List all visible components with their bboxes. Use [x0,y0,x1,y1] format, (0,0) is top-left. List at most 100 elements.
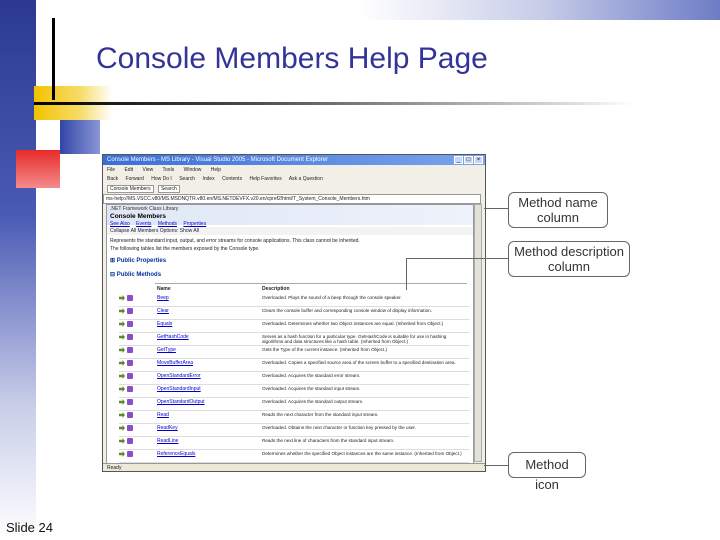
method-icon [127,347,133,353]
slide-top-gradient [360,0,720,20]
method-name-link[interactable]: GetType [157,347,176,353]
menu-file[interactable]: File [107,167,115,173]
method-icon [127,399,133,405]
contents-button[interactable]: Contents [222,176,242,182]
column-header-description: Description [262,286,290,292]
method-name-link[interactable]: ReadKey [157,425,178,431]
index-button[interactable]: Index [202,176,214,182]
method-name-link[interactable]: MoveBufferArea [157,360,193,366]
slide-number: Slide 24 [6,520,53,535]
public-arrow-icon [119,334,125,340]
tab-console-members[interactable]: Console Members [107,185,154,193]
method-description: Gets the Type of the current instance. (… [262,347,388,352]
table-row: Read Reads the next character from the st… [119,410,469,424]
how-do-i-button[interactable]: How Do I [151,176,172,182]
method-name-link[interactable]: GetHashCode [157,334,189,340]
callout-method-icon: Method icon [508,452,586,492]
decor-blue-square [60,120,100,154]
method-icon [127,360,133,366]
menu-tools[interactable]: Tools [163,167,175,173]
menu-window[interactable]: Window [184,167,202,173]
section-public-properties[interactable]: ⊞ Public Properties [110,257,166,264]
close-icon[interactable]: × [474,156,483,164]
section-public-methods[interactable]: ⊟ Public Methods [110,271,161,278]
help-content: .NET Framework Class Library Console Mem… [106,204,474,464]
method-icons [119,438,153,446]
method-name-link[interactable]: OpenStandardOutput [157,399,205,405]
menu-help[interactable]: Help [211,167,221,173]
decor-horizontal-line [34,102,634,105]
maximize-icon[interactable]: □ [464,156,473,164]
method-description: Determines whether the specified Object … [262,451,462,456]
public-arrow-icon [119,308,125,314]
method-name-link[interactable]: OpenStandardInput [157,386,201,392]
leader-line-name [484,208,508,209]
method-description: Clears the console buffer and correspond… [262,308,432,313]
public-arrow-icon [119,295,125,301]
table-row: OpenStandardOutput Overloaded. Acquires t… [119,397,469,411]
method-icons [119,386,153,394]
table-row: Equals Overloaded. Determines whether two… [119,319,469,333]
method-description: Overloaded. Acquires the standard output… [262,399,364,404]
public-arrow-icon [119,412,125,418]
method-icon [127,295,133,301]
table-row: OpenStandardInput Overloaded. Acquires th… [119,384,469,398]
document-tabs: Console Members Search [103,185,183,193]
menu-edit[interactable]: Edit [124,167,133,173]
section-public-methods-label: Public Methods [116,272,162,278]
method-icon [127,334,133,340]
help-favorites-button[interactable]: Help Favorites [249,176,281,182]
table-row: ReadKey Overloaded. Obtains the next char… [119,423,469,437]
menu-view[interactable]: View [142,167,153,173]
back-button[interactable]: Back [107,176,118,182]
ask-question-button[interactable]: Ask a Question [289,176,323,182]
search-button[interactable]: Search [179,176,195,182]
method-icons [119,347,153,355]
class-summary: Represents the standard input, output, a… [110,238,360,244]
window-title: Console Members - MS Library - Visual St… [107,157,328,163]
method-description: Overloaded. Copies a specified source ar… [262,360,456,365]
forward-button[interactable]: Forward [126,176,144,182]
minimize-icon[interactable]: _ [454,156,463,164]
public-arrow-icon [119,425,125,431]
method-icons [119,373,153,381]
method-icon [127,386,133,392]
table-row: MoveBufferArea Overloaded. Copies a speci… [119,358,469,372]
callout-method-name-column: Method name column [508,192,608,228]
window-titlebar: Console Members - MS Library - Visual St… [103,155,485,165]
method-icons [119,295,153,303]
table-row: GetHashCode Serves as a hash function for… [119,332,469,346]
method-description: Overloaded. Obtains the next character o… [262,425,416,430]
page-heading: Console Members [110,213,166,220]
method-name-link[interactable]: Beep [157,295,169,301]
leader-line-desc-drop [406,258,407,290]
method-name-link[interactable]: Clear [157,308,169,314]
public-arrow-icon [119,438,125,444]
leader-line-icon [484,465,508,466]
section-public-properties-label: Public Properties [116,258,167,264]
vertical-scrollbar[interactable] [474,204,482,462]
library-name: .NET Framework Class Library [110,206,179,212]
method-description: Overloaded. Acquires the standard input … [262,386,361,391]
method-icons [119,360,153,368]
filter-bar[interactable]: Collapse All Members Options: Show All [107,227,473,235]
method-icon [127,412,133,418]
method-description: Reads the next line of characters from t… [262,438,395,443]
method-icons [119,334,153,342]
method-name-link[interactable]: ReadLine [157,438,178,444]
url-field[interactable]: ms-help://MS.VSCC.v80/MS.MSDNQTR.v80.en/… [103,194,481,204]
menu-bar: File Edit View Tools Window Help [103,166,229,174]
method-icons [119,412,153,420]
table-row: Clear Clears the console buffer and corre… [119,306,469,320]
method-name-link[interactable]: Read [157,412,169,418]
method-name-link[interactable]: ReferenceEquals [157,451,195,457]
method-name-link[interactable]: Equals [157,321,172,327]
public-arrow-icon [119,399,125,405]
method-name-link[interactable]: OpenStandardError [157,373,201,379]
public-arrow-icon [119,373,125,379]
decor-vertical-line [52,18,55,100]
tab-search[interactable]: Search [157,185,180,193]
method-icons [119,308,153,316]
column-header-name: Name [157,286,171,292]
table-rule [155,283,467,284]
